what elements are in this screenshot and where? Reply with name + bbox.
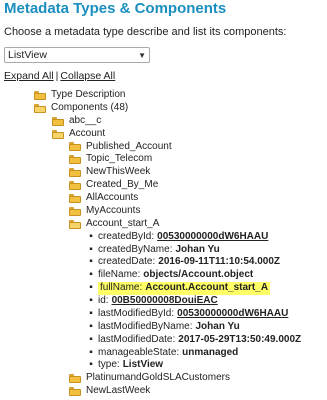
bullet-icon: ▪ <box>89 256 93 268</box>
tree-node-label: NewLastWeek <box>86 385 151 397</box>
property-id: ▪ id: 00B50000008DouiEAC <box>87 295 218 308</box>
tree-node-account[interactable]: Account <box>52 128 105 141</box>
metadata-type-select[interactable]: ListView ▼ <box>4 47 150 63</box>
bullet-icon: ▪ <box>89 282 93 294</box>
last-modified-by-id-link[interactable]: 00530000000dW6HAAU <box>177 308 288 321</box>
property-full-name: ▪ fullName: Account.Account_start_A <box>87 282 271 295</box>
bullet-icon: ▪ <box>89 307 93 319</box>
chevron-down-icon: ▼ <box>138 50 146 60</box>
tree-node-label: Published_Account <box>86 140 172 152</box>
folder-open-icon <box>69 219 81 229</box>
tree-node-topic-telecom[interactable]: Topic_Telecom <box>69 153 152 166</box>
tree-node-label: Created_By_Me <box>86 179 159 191</box>
property-created-by-name: ▪ createdByName: Johan Yu <box>87 244 220 257</box>
tree-node-account-start-a[interactable]: Account_start_A <box>69 218 159 231</box>
property-last-modified-by-name: ▪ lastModifiedByName: Johan Yu <box>87 321 240 334</box>
bullet-icon: ▪ <box>89 269 93 281</box>
tree-node-type-description[interactable]: Type Description <box>34 89 125 102</box>
bullet-icon: ▪ <box>89 320 93 332</box>
property-file-name: ▪ fileName: objects/Account.object <box>87 269 253 282</box>
bullet-icon: ▪ <box>89 333 93 345</box>
folder-icon <box>69 206 81 216</box>
tree-node-new-last-week[interactable]: NewLastWeek <box>69 385 150 398</box>
tree-node-all-accounts[interactable]: AllAccounts <box>69 192 138 205</box>
tree-node-label: PlatinumandGoldSLACustomers <box>86 372 230 384</box>
tree-node-new-this-week[interactable]: NewThisWeek <box>69 166 150 179</box>
folder-open-icon <box>34 103 46 113</box>
bullet-icon: ▪ <box>89 243 93 255</box>
tree-node-my-accounts[interactable]: MyAccounts <box>69 205 140 218</box>
tree-node-label: Components (48) <box>51 101 129 113</box>
tree-node-created-by-me[interactable]: Created_By_Me <box>69 179 158 192</box>
property-last-modified-by-id: ▪ lastModifiedById: 00530000000dW6HAAU <box>87 308 288 321</box>
tree-node-platinum-gold[interactable]: PlatinumandGoldSLACustomers <box>69 372 230 385</box>
bullet-icon: ▪ <box>89 359 93 371</box>
select-value: ListView <box>8 49 47 61</box>
property-created-by-id: ▪ createdById: 00530000000dW6HAAU <box>87 231 268 244</box>
folder-icon <box>69 387 81 397</box>
property-last-modified-date: ▪ lastModifiedDate: 2017-05-29T13:50:49.… <box>87 334 301 347</box>
tree-node-label: Account <box>69 127 106 139</box>
id-link[interactable]: 00B50000008DouiEAC <box>112 295 218 308</box>
bullet-icon: ▪ <box>89 295 93 306</box>
folder-icon <box>69 155 81 165</box>
folder-icon <box>69 181 81 191</box>
type-prompt: Choose a metadata type describe and list… <box>4 26 287 38</box>
collapse-all-link[interactable]: Collapse All <box>60 70 115 82</box>
tree-node-label: NewThisWeek <box>86 166 151 178</box>
tree-node-label: AllAccounts <box>86 192 139 203</box>
tree-node-published-account[interactable]: Published_Account <box>69 141 172 154</box>
folder-icon <box>52 116 64 126</box>
folder-icon <box>69 374 81 384</box>
tree-node-label: Account_start_A <box>86 217 160 229</box>
folder-open-icon <box>52 129 64 139</box>
folder-icon <box>69 142 81 152</box>
tree-node-label: abc__c <box>69 114 102 126</box>
separator: | <box>55 70 59 82</box>
folder-icon <box>69 168 81 178</box>
property-manageable-state: ▪ manageableState: unmanaged <box>87 347 238 360</box>
expand-all-link[interactable]: Expand All <box>4 70 54 82</box>
property-created-date: ▪ createdDate: 2016-09-11T11:10:54.000Z <box>87 256 280 269</box>
bullet-icon: ▪ <box>89 346 93 358</box>
created-by-id-link[interactable]: 00530000000dW6HAAU <box>157 231 268 244</box>
folder-icon <box>34 90 46 100</box>
highlighted-full-name: fullName: Account.Account_start_A <box>98 282 271 295</box>
tree-node-label: Topic_Telecom <box>86 153 153 165</box>
folder-icon <box>69 193 81 203</box>
tree-node-label: Type Description <box>51 89 126 100</box>
expand-collapse-controls: Expand All | Collapse All <box>4 70 115 82</box>
tree-node-components[interactable]: Components (48) <box>34 102 128 115</box>
property-type: ▪ type: ListView <box>87 359 163 372</box>
bullet-icon: ▪ <box>89 230 93 242</box>
page-title: Metadata Types & Components <box>4 0 227 17</box>
tree-node-abc[interactable]: abc__c <box>52 115 101 128</box>
tree-node-label: MyAccounts <box>86 204 141 216</box>
